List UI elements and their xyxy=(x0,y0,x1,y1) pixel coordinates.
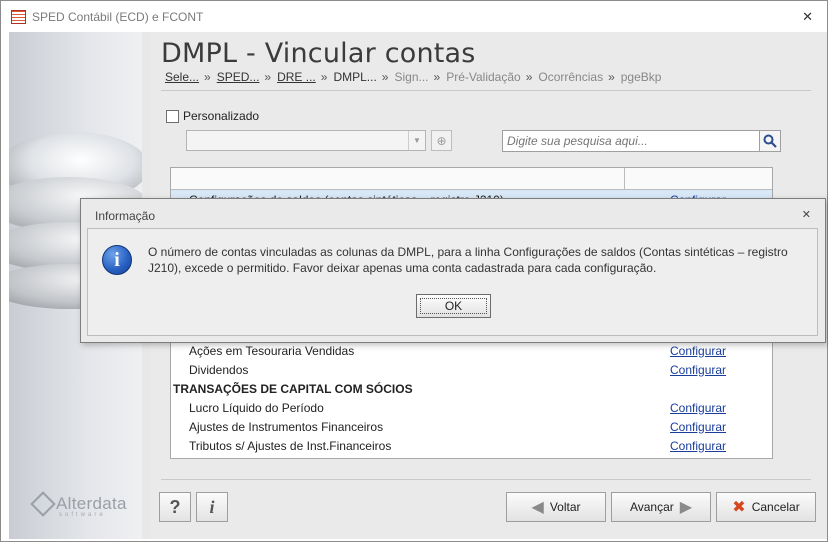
row-name: Equivalência s/ Ajustes Avaliação Patrim… xyxy=(189,458,430,459)
configure-link[interactable]: Configurar xyxy=(670,420,726,434)
page-title: DMPL - Vincular contas xyxy=(161,38,476,69)
row-name: Ajustes de Instrumentos Financeiros xyxy=(189,419,384,434)
cancel-x-icon: ✖ xyxy=(732,499,746,516)
table-row[interactable]: Equivalência s/ Ajustes Avaliação Patrim… xyxy=(171,455,772,459)
breadcrumb-step[interactable]: SPED... xyxy=(217,70,260,84)
configure-link[interactable]: Configurar xyxy=(670,458,726,459)
add-document-icon: ⊕ xyxy=(436,133,447,148)
dialog-close-icon[interactable]: ✕ xyxy=(802,208,811,221)
grid-header-action[interactable] xyxy=(625,168,772,189)
table-row[interactable]: Tributos s/ Ajustes de Inst.Financeiros C… xyxy=(171,436,772,455)
grid-group-row[interactable]: TRANSAÇÕES DE CAPITAL COM SÓCIOS xyxy=(171,379,772,398)
ok-button[interactable]: OK xyxy=(416,294,491,318)
info-button[interactable]: i xyxy=(196,492,228,522)
table-row[interactable]: Ações em Tesouraria Vendidas Configurar xyxy=(171,341,772,360)
personalizado-option[interactable]: Personalizado xyxy=(166,109,259,123)
help-button[interactable]: ? xyxy=(159,492,191,522)
grid-header-name[interactable] xyxy=(171,168,625,189)
arrow-left-icon: ◀ xyxy=(531,499,544,516)
dialog-body: i O número de contas vinculadas as colun… xyxy=(87,228,818,336)
breadcrumb-separator: » xyxy=(320,70,328,84)
logo-text: Alterdata xyxy=(56,494,127,513)
breadcrumb-separator: » xyxy=(264,70,272,84)
search-icon xyxy=(763,134,777,148)
config-select[interactable]: ▼ xyxy=(186,130,426,151)
chevron-down-icon[interactable]: ▼ xyxy=(408,131,425,150)
focus-rect xyxy=(420,298,487,314)
breadcrumb-separator: » xyxy=(525,70,533,84)
breadcrumb-separator: » xyxy=(204,70,211,84)
breadcrumb-separator: » xyxy=(381,70,389,84)
table-row[interactable]: Lucro Líquido do Período Configurar xyxy=(171,398,772,417)
personalizado-label: Personalizado xyxy=(183,109,260,123)
breadcrumb-separator: » xyxy=(608,70,615,84)
row-name: TRANSAÇÕES DE CAPITAL COM SÓCIOS xyxy=(173,381,413,396)
back-button-label: Voltar xyxy=(549,500,581,514)
dialog-title: Informação xyxy=(95,209,156,223)
row-name: Ações em Tesouraria Vendidas xyxy=(189,343,355,358)
configure-link[interactable]: Configurar xyxy=(670,344,726,358)
window-title: SPED Contábil (ECD) e FCONT xyxy=(32,10,204,24)
cancel-button[interactable]: ✖ Cancelar xyxy=(716,492,816,522)
add-config-button[interactable]: ⊕ xyxy=(431,130,452,151)
grid-header xyxy=(171,168,772,190)
help-icon: ? xyxy=(169,496,181,517)
table-row[interactable]: Dividendos Configurar xyxy=(171,360,772,379)
back-button[interactable]: ◀ Voltar xyxy=(506,492,606,522)
configure-link[interactable]: Configurar xyxy=(670,439,726,453)
next-button[interactable]: Avançar ▶ xyxy=(611,492,711,522)
search-input[interactable] xyxy=(502,130,760,152)
next-button-label: Avançar xyxy=(629,500,674,514)
window-close-icon[interactable]: ✕ xyxy=(802,9,813,25)
row-name: Dividendos xyxy=(189,362,249,377)
personalizado-checkbox[interactable] xyxy=(166,109,179,123)
info-icon: i xyxy=(209,496,215,517)
row-name: Lucro Líquido do Período xyxy=(189,400,324,415)
title-bar: SPED Contábil (ECD) e FCONT ✕ xyxy=(1,1,827,32)
divider xyxy=(161,90,811,91)
cancel-button-label: Cancelar xyxy=(751,500,800,514)
table-row[interactable]: Ajustes de Instrumentos Financeiros Confi… xyxy=(171,417,772,436)
row-name: Tributos s/ Ajustes de Inst.Financeiros xyxy=(189,438,392,453)
breadcrumb-step: Ocorrências xyxy=(538,70,604,84)
app-icon xyxy=(11,10,26,24)
dialog-message: O número de contas vinculadas as colunas… xyxy=(148,245,788,275)
breadcrumb-step[interactable]: Sele... xyxy=(165,70,199,84)
configure-link[interactable]: Configurar xyxy=(670,401,726,415)
breadcrumb-step: Sign... xyxy=(394,70,429,84)
breadcrumb-step: pgeBkp xyxy=(620,70,662,84)
information-dialog: Informação ✕ i O número de contas vincul… xyxy=(80,198,826,343)
search-button[interactable] xyxy=(759,130,781,152)
alterdata-logo: Alterdata xyxy=(30,491,127,517)
breadcrumb-step: Pré-Validação xyxy=(446,70,521,84)
arrow-right-icon: ▶ xyxy=(679,499,693,516)
logo-subtext: software xyxy=(59,512,106,518)
breadcrumb-step: DMPL... xyxy=(333,70,377,84)
logo-mark-icon xyxy=(30,491,56,517)
information-icon: i xyxy=(102,245,132,275)
breadcrumb-separator: » xyxy=(433,70,441,84)
breadcrumb-step[interactable]: DRE ... xyxy=(277,70,316,84)
breadcrumb: Sele... » SPED... » DRE ... » DMPL... » Sign... »… xyxy=(165,70,666,84)
divider xyxy=(161,479,811,480)
configure-link[interactable]: Configurar xyxy=(670,363,726,377)
